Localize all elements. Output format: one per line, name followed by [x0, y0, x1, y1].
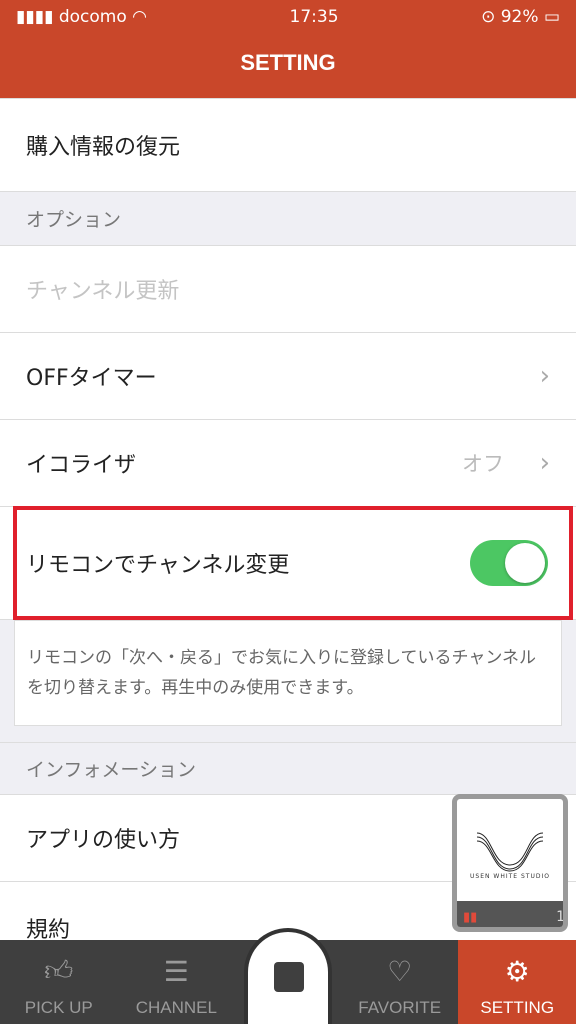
carrier: docomo [58, 7, 127, 27]
section-info: インフォメーション [0, 742, 576, 795]
tab-label: FAVORITE [358, 998, 442, 1017]
remote-description: リモコンの「次へ・戻る」でお気に入りに登録しているチャンネルを切り替えます。再生… [14, 620, 562, 726]
row-label: チャンネル更新 [26, 279, 180, 304]
tab-setting[interactable]: ⚙ SETTING [458, 940, 576, 1024]
stop-icon [274, 962, 304, 992]
top-bar: ▮▮▮▮ docomo ◠ 17:35 ⊙ 92% ▭ SETTING [0, 0, 576, 98]
clock: 17:35 [289, 7, 339, 27]
row-label: 購入情報の復元 [26, 135, 181, 160]
section-options: オプション [0, 192, 576, 246]
status-bar: ▮▮▮▮ docomo ◠ 17:35 ⊙ 92% ▭ [0, 0, 576, 34]
stop-button[interactable] [244, 928, 332, 1024]
mini-player[interactable]: USEN WHITE STUDIO ▮▮ 1 [452, 794, 568, 932]
battery-percent: 92% [500, 7, 539, 27]
channel-update-row: チャンネル更新 [0, 246, 576, 333]
battery-icon: ▭ [543, 7, 560, 27]
list-icon: ☰ [163, 956, 189, 987]
equalizer-row[interactable]: イコライザ オフ › [0, 420, 576, 507]
chevron-right-icon: › [539, 361, 550, 391]
row-label: OFFタイマー [26, 366, 157, 391]
off-timer-row[interactable]: OFFタイマー › [0, 333, 576, 420]
wave-logo-icon [476, 832, 544, 872]
tab-label: CHANNEL [135, 998, 217, 1017]
highlight-box [13, 506, 573, 620]
rotation-lock-icon: ⊙ [481, 7, 501, 27]
equalizer-value: オフ [462, 452, 504, 476]
tab-label: PICK UP [24, 998, 93, 1017]
tab-pickup[interactable]: 👍︎ PICK UP [0, 940, 118, 1024]
gear-icon: ⚙ [504, 956, 530, 987]
wifi-icon: ◠ [132, 7, 147, 27]
tab-favorite[interactable]: ♡ FAVORITE [341, 940, 459, 1024]
heart-icon: ♡ [387, 956, 413, 987]
row-label: イコライザ [26, 453, 137, 478]
signal-icon: ▮▮▮▮ [16, 7, 59, 27]
row-label: アプリの使い方 [26, 828, 181, 853]
mini-player-count: 1 [556, 909, 565, 925]
restore-purchase-row[interactable]: 購入情報の復元 [0, 98, 576, 192]
page-title: SETTING [240, 50, 336, 75]
equalizer-bars-icon: ▮▮ [463, 910, 478, 925]
chevron-right-icon: › [539, 448, 550, 478]
channel-logo-text: USEN WHITE STUDIO [470, 873, 550, 880]
thumbs-up-icon: 👍︎ [44, 955, 74, 986]
tab-channel[interactable]: ☰ CHANNEL [118, 940, 236, 1024]
tab-label: SETTING [480, 998, 555, 1017]
